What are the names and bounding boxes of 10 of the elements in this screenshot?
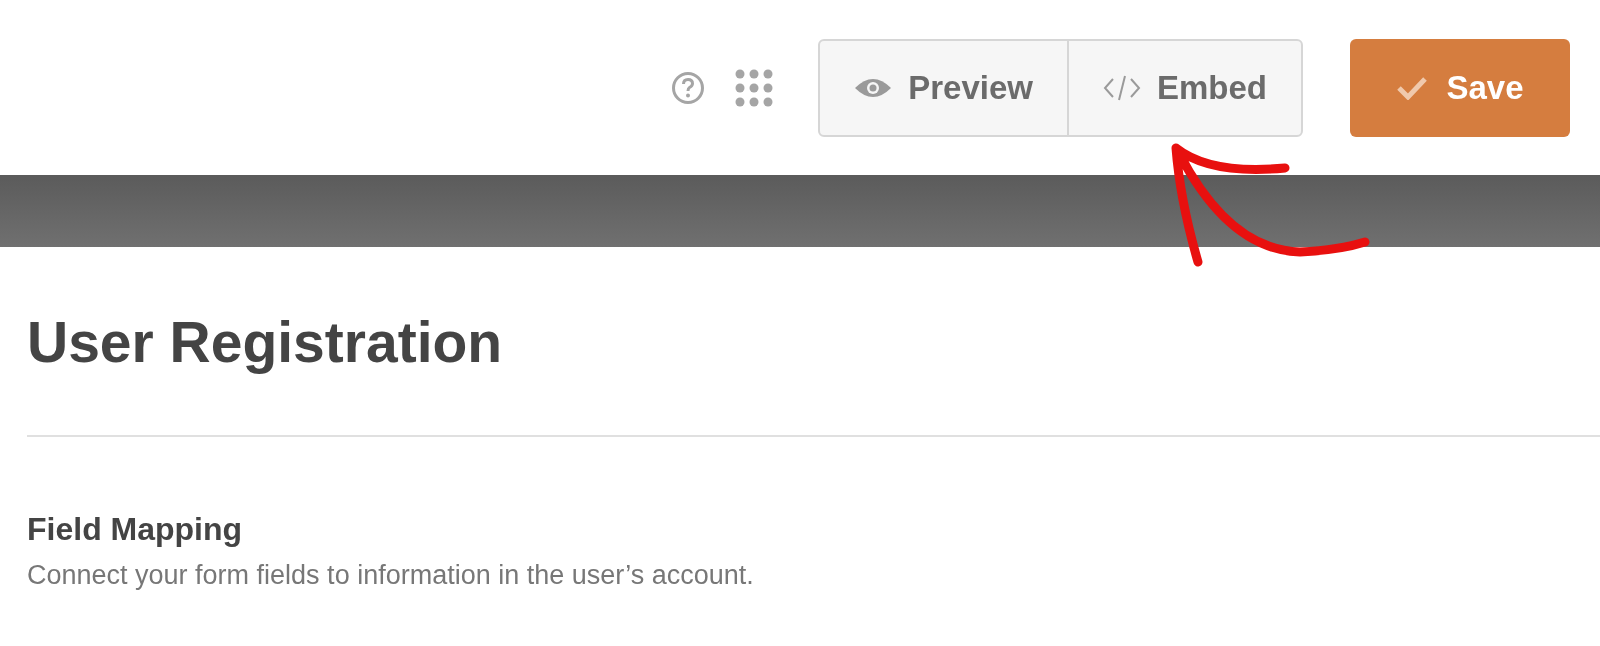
preview-button[interactable]: Preview [820, 40, 1067, 135]
code-icon [1102, 73, 1141, 102]
section-description: Connect your form fields to information in the user’s account. [27, 560, 755, 591]
save-button[interactable]: Save [1350, 38, 1570, 137]
embed-button[interactable]: Embed [1066, 40, 1301, 135]
section-heading: Field Mapping [27, 511, 244, 548]
page-title: User Registration [27, 309, 504, 375]
help-icon[interactable] [671, 70, 706, 105]
apps-grid-icon[interactable] [735, 68, 774, 107]
check-icon [1396, 75, 1429, 100]
